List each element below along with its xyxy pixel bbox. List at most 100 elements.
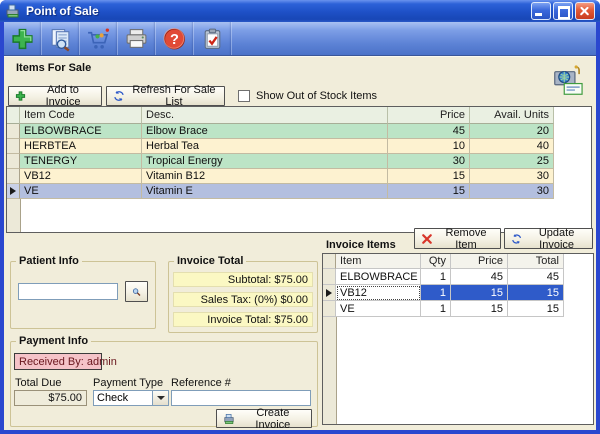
column-header-item-code[interactable]: Item Code <box>20 107 142 124</box>
cell-item-code[interactable]: ELBOWBRACE <box>20 124 142 139</box>
toolbar-help-button[interactable]: ? <box>156 22 194 55</box>
cell-price[interactable]: 15 <box>451 301 508 317</box>
column-header-price[interactable]: Price <box>388 107 470 124</box>
cell-desc[interactable]: Vitamin B12 <box>142 169 388 184</box>
table-row[interactable]: ELBOWBRACE 1 45 45 <box>323 269 564 285</box>
table-row[interactable]: TENERGY Tropical Energy 30 25 <box>7 154 554 169</box>
toolbar-add-button[interactable] <box>4 22 42 55</box>
title-bar[interactable]: Point of Sale <box>0 0 600 22</box>
column-header-desc[interactable]: Desc. <box>142 107 388 124</box>
cell-item[interactable]: ELBOWBRACE <box>336 269 421 285</box>
row-selector[interactable] <box>7 169 20 184</box>
toolbar-spacer <box>232 22 596 55</box>
row-selector[interactable] <box>323 301 336 317</box>
remove-item-button[interactable]: Remove Item <box>414 228 501 249</box>
row-selector[interactable] <box>7 139 20 154</box>
table-row[interactable]: VE 1 15 15 <box>323 301 564 317</box>
reference-input[interactable] <box>171 390 311 406</box>
cell-item-code[interactable]: VE <box>20 184 142 199</box>
row-selector[interactable] <box>323 269 336 285</box>
cell-total[interactable]: 45 <box>508 269 564 285</box>
cell-avail-units[interactable]: 25 <box>470 154 554 169</box>
cell-item-focused[interactable]: VB12 <box>336 285 421 301</box>
svg-text:?: ? <box>170 32 179 48</box>
cell-desc[interactable]: Herbal Tea <box>142 139 388 154</box>
cell-price[interactable]: 15 <box>451 285 508 301</box>
table-row[interactable]: ELBOWBRACE Elbow Brace 45 20 <box>7 124 554 139</box>
close-button[interactable] <box>575 2 595 20</box>
maximize-button[interactable] <box>553 2 573 20</box>
received-by-badge: Received By: admin <box>14 353 102 370</box>
current-row-arrow-icon <box>326 289 332 297</box>
shopping-cart-icon <box>86 26 111 52</box>
cell-desc[interactable]: Elbow Brace <box>142 124 388 139</box>
patient-search-input[interactable] <box>18 283 118 300</box>
refresh-icon <box>113 89 125 103</box>
show-out-of-stock-label: Show Out of Stock Items <box>256 90 377 102</box>
toolbar-tasks-button[interactable] <box>194 22 232 55</box>
pos-terminal-icon <box>550 61 588 99</box>
header-selector <box>323 254 336 269</box>
row-header-strip <box>7 199 21 232</box>
cell-price[interactable]: 15 <box>388 169 470 184</box>
add-to-invoice-button[interactable]: Add to Invoice <box>8 86 102 106</box>
items-for-sale-title: Items For Sale <box>16 62 91 74</box>
cell-item[interactable]: VE <box>336 301 421 317</box>
cell-item-code[interactable]: TENERGY <box>20 154 142 169</box>
column-header-price[interactable]: Price <box>451 254 508 269</box>
column-header-avail-units[interactable]: Avail. Units <box>470 107 554 124</box>
refresh-for-sale-list-button[interactable]: Refresh For Sale List <box>106 86 225 106</box>
cell-price[interactable]: 10 <box>388 139 470 154</box>
row-header-strip <box>323 317 337 424</box>
add-small-icon <box>15 90 26 102</box>
toolbar-cart-button[interactable] <box>80 22 118 55</box>
minimize-button[interactable] <box>531 2 551 20</box>
window-title: Point of Sale <box>26 4 529 18</box>
cell-total[interactable]: 15 <box>508 301 564 317</box>
payment-type-label: Payment Type <box>93 377 163 389</box>
cell-price[interactable]: 30 <box>388 154 470 169</box>
create-invoice-button[interactable]: Create Invoice <box>216 409 312 428</box>
table-row[interactable]: HERBTEA Herbal Tea 10 40 <box>7 139 554 154</box>
cell-qty[interactable]: 1 <box>421 269 451 285</box>
cell-avail-units[interactable]: 30 <box>470 169 554 184</box>
patient-search-button[interactable] <box>125 281 148 302</box>
cell-qty[interactable]: 1 <box>421 285 451 301</box>
cell-desc[interactable]: Vitamin E <box>142 184 388 199</box>
row-selector-current[interactable] <box>7 184 20 199</box>
remove-item-label: Remove Item <box>438 227 494 251</box>
cell-price[interactable]: 45 <box>451 269 508 285</box>
create-invoice-label: Create Invoice <box>241 407 305 431</box>
cell-desc[interactable]: Tropical Energy <box>142 154 388 169</box>
table-row[interactable]: VB12 Vitamin B12 15 30 <box>7 169 554 184</box>
row-selector[interactable] <box>7 124 20 139</box>
cell-price[interactable]: 45 <box>388 124 470 139</box>
cell-qty[interactable]: 1 <box>421 301 451 317</box>
update-invoice-button[interactable]: Update Invoice <box>504 228 593 249</box>
column-header-total[interactable]: Total <box>508 254 564 269</box>
refresh-icon <box>511 232 522 246</box>
cell-avail-units[interactable]: 30 <box>470 184 554 199</box>
main-panel: Items For Sale Add to Invoice Refresh <box>4 56 596 430</box>
payment-type-select[interactable]: Check <box>93 390 169 406</box>
cell-avail-units[interactable]: 20 <box>470 124 554 139</box>
row-selector-current[interactable] <box>323 285 336 301</box>
row-selector[interactable] <box>7 154 20 169</box>
table-row-selected[interactable]: VE Vitamin E 15 30 <box>7 184 554 199</box>
invoice-items-table: Item Qty Price Total ELBOWBRACE 1 45 45 … <box>322 253 594 425</box>
column-header-qty[interactable]: Qty <box>421 254 451 269</box>
cell-item-code[interactable]: VB12 <box>20 169 142 184</box>
app-icon <box>5 3 21 19</box>
show-out-of-stock-checkbox[interactable] <box>238 90 250 102</box>
column-header-item[interactable]: Item <box>336 254 421 269</box>
cell-price[interactable]: 15 <box>388 184 470 199</box>
cell-item-code[interactable]: HERBTEA <box>20 139 142 154</box>
toolbar-print-button[interactable] <box>118 22 156 55</box>
cell-total[interactable]: 15 <box>508 285 564 301</box>
add-to-invoice-label: Add to Invoice <box>31 84 95 108</box>
table-header-row: Item Code Desc. Price Avail. Units <box>7 107 554 124</box>
table-row-selected[interactable]: VB12 1 15 15 <box>323 285 564 301</box>
dropdown-button[interactable] <box>152 391 168 405</box>
cell-avail-units[interactable]: 40 <box>470 139 554 154</box>
toolbar-browse-items-button[interactable] <box>42 22 80 55</box>
